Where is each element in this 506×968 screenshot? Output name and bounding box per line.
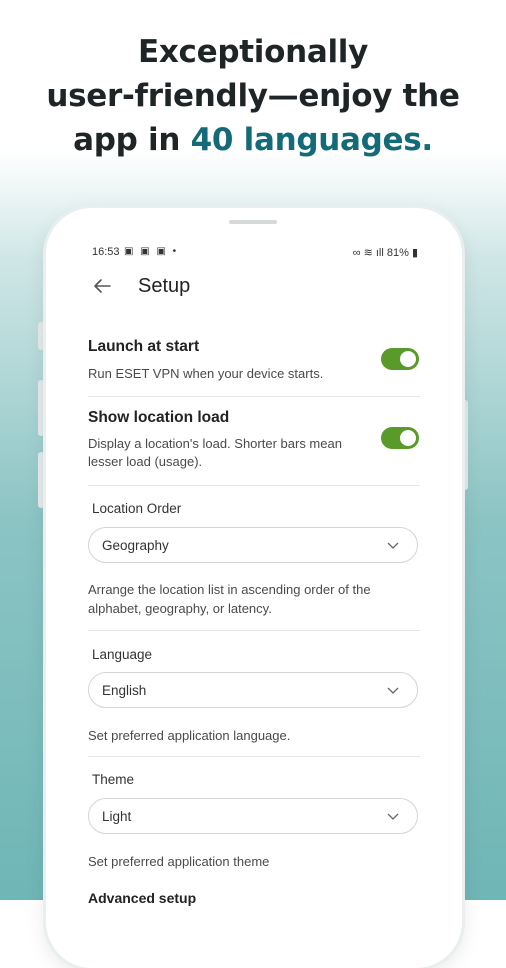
theme-select[interactable]: Light <box>88 798 418 834</box>
launch-at-start-title: Launch at start <box>88 338 200 355</box>
launch-at-start-desc: Run ESET VPN when your device starts. <box>88 366 324 381</box>
headline-line-3: app in 40 languages. <box>0 118 506 162</box>
status-notification-icons: ▣ ▣ ▣ • <box>124 246 179 257</box>
divider <box>88 756 420 757</box>
chevron-down-icon <box>387 542 399 549</box>
launch-at-start-toggle[interactable] <box>381 348 419 370</box>
headline-line-2: user-friendly—enjoy the <box>46 78 460 114</box>
language-help: Set preferred application language. <box>88 728 291 743</box>
language-select[interactable]: English <box>88 672 418 708</box>
toggle-knob <box>400 351 416 367</box>
status-bar: 16:53 ▣ ▣ ▣ • ∞ ≋ ıll 81% ▮ <box>92 246 418 262</box>
language-label: Language <box>92 647 153 662</box>
language-value: English <box>102 683 147 698</box>
toggle-knob <box>400 430 416 446</box>
location-order-help: Arrange the location list in ascending o… <box>88 582 371 616</box>
app-bar: Setup <box>90 272 420 302</box>
phone-side-button-low <box>38 452 44 508</box>
divider <box>88 396 420 397</box>
headline: Exceptionally user-friendly—enjoy the ap… <box>0 30 506 162</box>
show-location-load-title: Show location load <box>88 409 230 426</box>
theme-help: Set preferred application theme <box>88 854 270 869</box>
phone-side-button-top <box>38 322 44 350</box>
chevron-down-icon <box>387 687 399 694</box>
arrow-left-icon[interactable] <box>90 274 114 298</box>
show-location-load-toggle[interactable] <box>381 427 419 449</box>
show-location-load-desc: Display a location's load. Shorter bars … <box>88 436 342 469</box>
advanced-setup-title[interactable]: Advanced setup <box>88 890 196 906</box>
theme-value: Light <box>102 809 132 824</box>
page-title: Setup <box>138 275 191 297</box>
location-order-value: Geography <box>102 538 169 553</box>
divider <box>88 485 420 486</box>
status-time: 16:53 <box>92 246 120 258</box>
phone-side-button-mid <box>38 380 44 436</box>
chevron-down-icon <box>387 813 399 820</box>
headline-line-1: Exceptionally <box>137 34 369 70</box>
headline-line-3-prefix: app in <box>73 122 191 158</box>
divider <box>88 630 420 631</box>
status-system-icons: ∞ ≋ ıll 81% ▮ <box>352 247 418 259</box>
phone-notch <box>229 220 277 224</box>
headline-accent: 40 languages. <box>190 122 434 158</box>
theme-label: Theme <box>92 772 135 787</box>
location-order-select[interactable]: Geography <box>88 527 418 563</box>
phone-side-button-right <box>462 400 468 490</box>
location-order-label: Location Order <box>92 501 182 516</box>
